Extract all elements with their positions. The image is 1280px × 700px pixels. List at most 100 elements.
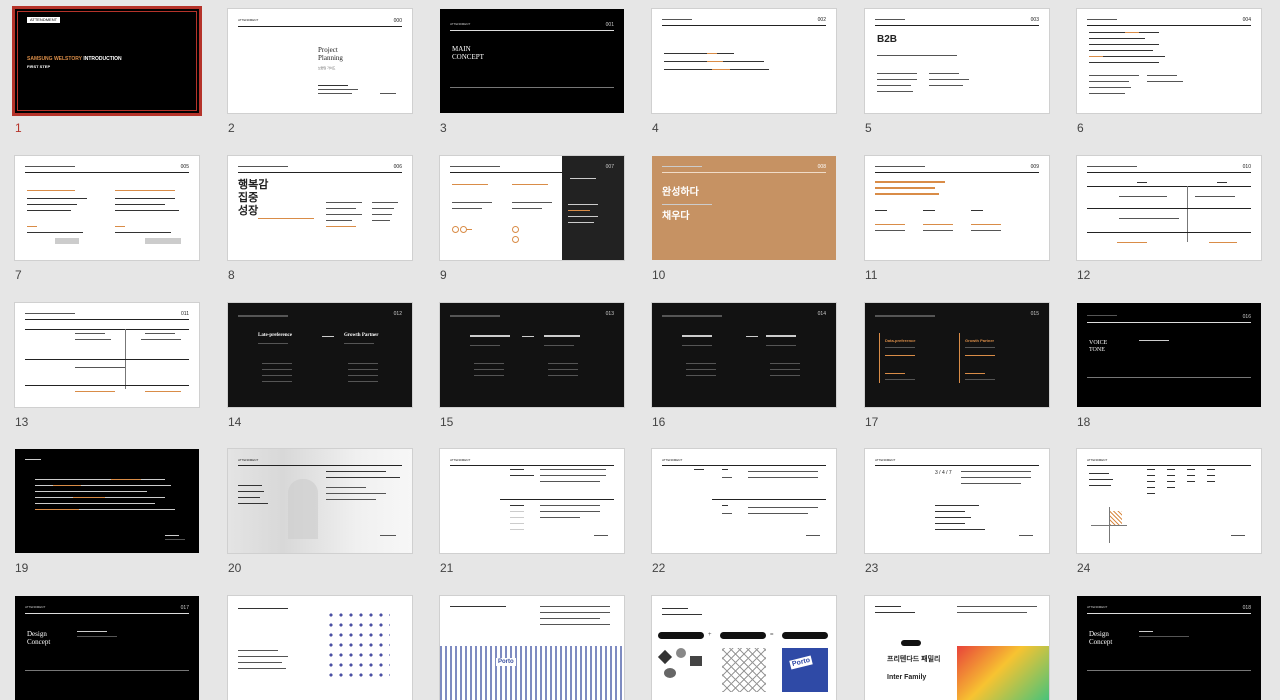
slide-title-line-1: 행복감 xyxy=(238,179,269,191)
slide-brand: ATTENDMENT xyxy=(25,605,46,609)
slide-preview[interactable]: 016 VOICE TONE xyxy=(1077,303,1261,407)
slide-number: 14 xyxy=(228,415,242,429)
slide-preview[interactable] xyxy=(228,596,412,700)
slide-subtitle: Inter Family xyxy=(887,674,927,681)
slide-preview[interactable]: 003 B2B xyxy=(865,9,1049,113)
slide-preview[interactable]: 002 xyxy=(652,9,836,113)
colorful-image xyxy=(957,646,1049,700)
slide-page-code: 014 xyxy=(817,311,826,317)
slide-title: MAIN CONCEPT xyxy=(452,45,484,61)
slide-number: 17 xyxy=(865,415,879,429)
slide-number: 5 xyxy=(865,121,872,135)
slide-number: 11 xyxy=(865,268,878,282)
slide-sorter-grid: ATTENDMENT SAMSUNG WELSTORY INTRODUCTION… xyxy=(0,0,1280,700)
slide-preview[interactable]: 011 xyxy=(15,303,199,407)
slide-preview[interactable]: ATTENDMENT 001 MAIN CONCEPT xyxy=(440,9,624,113)
slide-preview[interactable]: 015 Data-preference Growth Partner xyxy=(865,303,1049,407)
slide-page-code: 000 xyxy=(393,18,402,24)
slide-page-code: 003 xyxy=(1030,17,1039,23)
slide-preview[interactable]: ATTENDMENT SAMSUNG WELSTORY INTRODUCTION… xyxy=(15,9,199,113)
icon-grid xyxy=(326,610,390,682)
slide-number: 19 xyxy=(15,561,29,575)
slide-preview[interactable]: ATTENDMENT xyxy=(652,449,836,553)
slide-number: 2 xyxy=(228,121,235,135)
slide-page-code: 006 xyxy=(393,164,402,170)
slide-preview[interactable]: 008 완성하다 채우다 xyxy=(652,156,836,260)
slide-preview[interactable]: 005 xyxy=(15,156,199,260)
slide-preview[interactable]: 006 행복감 집중 성장 xyxy=(228,156,412,260)
slide-preview[interactable]: 012 Late-preference Growth Partner xyxy=(228,303,412,407)
slide-number: 1 xyxy=(15,121,22,135)
slide-preview[interactable]: 007 xyxy=(440,156,624,260)
slide-title-line-1: 완성하다 xyxy=(662,187,699,198)
slide-preview[interactable]: ATTENDMENT 017 Design Concept xyxy=(15,596,199,700)
slide-number: 12 xyxy=(1077,268,1091,282)
slide-page-code: 018 xyxy=(1242,605,1251,611)
slide-preview[interactable]: 프리텐다드 패밀리 Inter Family xyxy=(865,596,1049,700)
slide-tag: 브랜딩 가이드 xyxy=(318,66,336,70)
slide-brand-tag: ATTENDMENT xyxy=(27,17,61,23)
slide-brand: ATTENDMENT xyxy=(238,18,259,22)
slide-page-code: 002 xyxy=(817,17,826,23)
slide-preview[interactable]: 013 xyxy=(440,303,624,407)
porto-tag: Porto xyxy=(496,658,516,666)
slide-preview[interactable]: ATTENDMENT 3 / 4 / 7 xyxy=(865,449,1049,553)
slide-preview[interactable]: 009 xyxy=(865,156,1049,260)
slide-title-line-3: 성장 xyxy=(238,205,259,217)
equals-icon: = xyxy=(770,632,774,638)
slide-number: 13 xyxy=(15,415,29,429)
slide-number: 21 xyxy=(440,561,454,575)
slide-page-code: 007 xyxy=(605,164,614,170)
slide-title-accent: SAMSUNG WELSTORY xyxy=(27,56,82,62)
slide-page-code: 009 xyxy=(1030,164,1039,170)
slide-preview[interactable]: ATTENDMENT xyxy=(1077,449,1261,553)
slide-number: 4 xyxy=(652,121,659,135)
slide-left-label: Late-preference xyxy=(258,333,292,338)
slide-title: VOICE TONE xyxy=(1089,340,1108,353)
slide-title: 프리텐다드 패밀리 xyxy=(887,656,941,663)
slide-title: Design Concept xyxy=(1089,630,1113,646)
slide-subtitle: FIRST STEP xyxy=(27,64,51,69)
slide-number: 16 xyxy=(652,415,666,429)
slide-number: 23 xyxy=(865,561,879,575)
slide-title: INTRODUCTION xyxy=(83,56,122,62)
slide-brand: ATTENDMENT xyxy=(450,22,471,26)
slide-number: 6 xyxy=(1077,121,1084,135)
slide-number: 20 xyxy=(228,561,242,575)
slide-number: 8 xyxy=(228,268,235,282)
tile-pattern xyxy=(440,646,624,700)
slide-preview[interactable]: 004 xyxy=(1077,9,1261,113)
slide-page-code: 015 xyxy=(1030,311,1039,317)
slide-brand: ATTENDMENT xyxy=(1087,605,1108,609)
slide-page-code: 004 xyxy=(1242,17,1251,23)
slide-page-code: 012 xyxy=(393,311,402,317)
slide-right-label: Growth Partner xyxy=(344,333,379,338)
slide-code: 3 / 4 / 7 xyxy=(935,470,952,476)
slide-preview[interactable]: + = Porto xyxy=(652,596,836,700)
slide-number: 9 xyxy=(440,268,447,282)
slide-page-code: 017 xyxy=(180,605,189,611)
slide-page-code: 001 xyxy=(605,22,614,28)
slide-preview[interactable]: ATTENDMENT 000 Project Planning 브랜딩 가이드 xyxy=(228,9,412,113)
slide-title: Project Planning xyxy=(318,46,343,62)
slide-brand: ATTENDMENT xyxy=(662,458,683,462)
slide-right-label: Growth Partner xyxy=(965,338,995,343)
plus-icon: + xyxy=(708,632,712,638)
slide-page-code: 013 xyxy=(605,311,614,317)
slide-left-label: Data-preference xyxy=(885,338,916,343)
slide-preview[interactable]: ATTENDMENT xyxy=(440,449,624,553)
slide-number: 15 xyxy=(440,415,454,429)
slide-preview[interactable]: Porto xyxy=(440,596,624,700)
slide-number: 24 xyxy=(1077,561,1091,575)
slide-title-line-2: 집중 xyxy=(238,192,259,204)
slide-preview[interactable]: ATTENDMENT xyxy=(228,449,412,553)
slide-preview[interactable]: 014 xyxy=(652,303,836,407)
slide-page-code: 016 xyxy=(1242,314,1251,320)
slide-number: 18 xyxy=(1077,415,1091,429)
slide-title: B2B xyxy=(877,34,898,45)
slide-preview[interactable] xyxy=(15,449,199,553)
slide-title-line-2: 채우다 xyxy=(662,211,690,222)
slide-page-code: 008 xyxy=(817,164,826,170)
slide-preview[interactable]: 010 xyxy=(1077,156,1261,260)
slide-preview[interactable]: ATTENDMENT 018 Design Concept xyxy=(1077,596,1261,700)
